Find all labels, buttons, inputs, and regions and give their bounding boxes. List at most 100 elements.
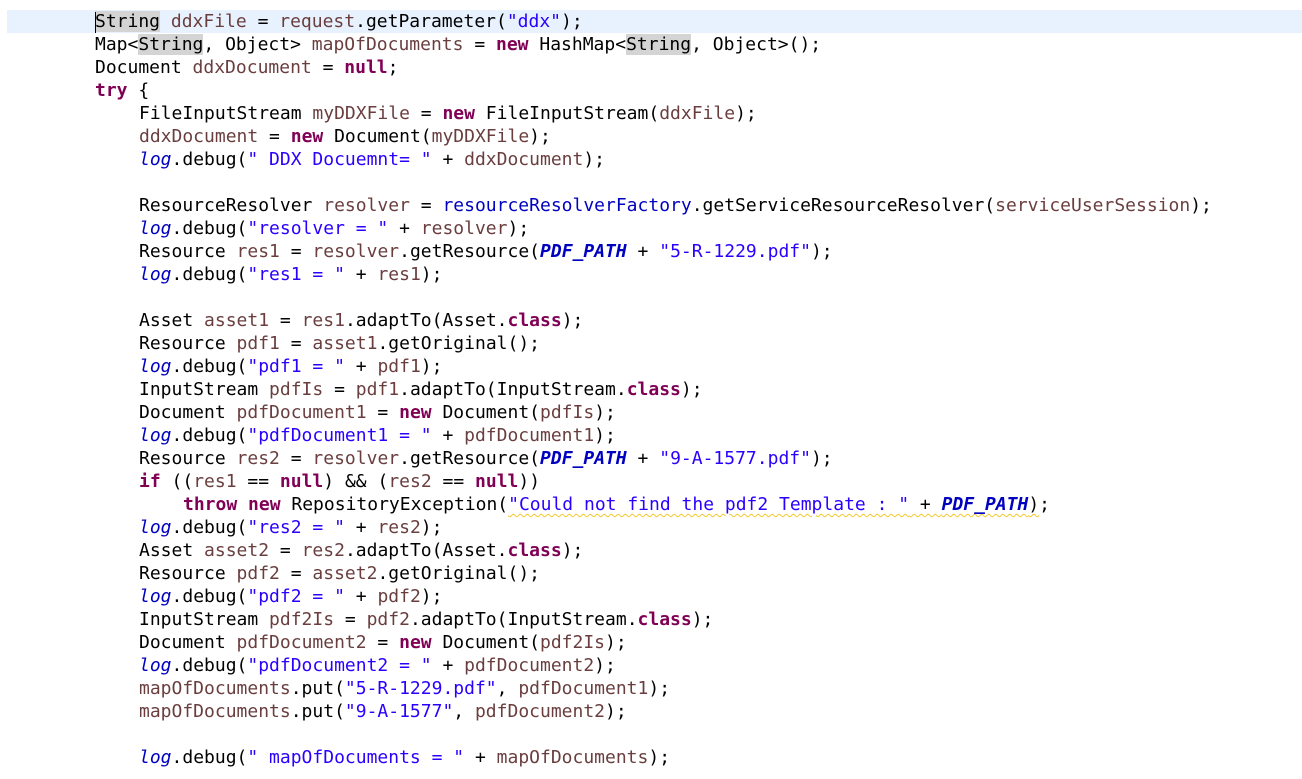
code-token: res2 [377,517,421,538]
code-token: FileInputStream( [474,103,660,124]
code-token: Document [139,402,237,423]
code-token: ); [561,540,584,561]
code-token: ) && ( [323,471,389,492]
code-token: Document [95,57,193,78]
code-line[interactable]: log.debug("res2 = " + res2); [0,516,1302,539]
code-token: "9-A-1577" [344,701,454,722]
code-text: if ((res1 == null) && (res2 == null)) [139,470,540,493]
code-token: pdf2 [377,586,421,607]
code-editor[interactable]: String ddxFile = request.getParameter("d… [0,0,1302,779]
code-token: ; [387,57,399,78]
code-line[interactable]: Document pdfDocument2 = new Document(pdf… [0,631,1302,654]
code-token: PDF_PATH [540,241,627,262]
code-token: mapOfDocuments [496,747,649,768]
code-token: pdfIs [540,402,595,423]
code-line[interactable]: log.debug("resolver = " + resolver); [0,217,1302,240]
code-text: log.debug("resolver = " + resolver); [139,217,529,240]
code-text: log.debug("pdf1 = " + pdf1); [139,355,442,378]
code-token: "pdf1 = " [247,356,345,377]
code-line[interactable] [0,171,1302,194]
code-token: .debug( [171,149,248,170]
code-text: log.debug("pdf2 = " + pdf2); [139,585,442,608]
code-line[interactable]: log.debug("pdf2 = " + pdf2); [0,585,1302,608]
code-token: = [269,540,302,561]
code-token: asset2 [204,540,270,561]
code-line-current[interactable]: String ddxFile = request.getParameter("d… [7,10,1302,33]
code-text: Asset asset1 = res1.adaptTo(Asset.class)… [139,309,583,332]
code-token: pdf2Is [269,609,335,630]
code-token: " mapOfDocuments = " [247,747,465,768]
code-token: asset1 [312,333,378,354]
code-line[interactable]: if ((res1 == null) && (res2 == null)) [0,470,1302,493]
code-line[interactable]: try { [0,79,1302,102]
code-token: pdf1 [355,379,400,400]
code-token: log [139,425,172,446]
code-line[interactable]: log.debug("res1 = " + res1); [0,263,1302,286]
code-token: Document( [431,632,540,653]
code-line[interactable]: log.debug("pdf1 = " + pdf1); [0,355,1302,378]
code-token: request [279,11,356,32]
code-token: ); [648,747,671,768]
code-text: Document ddxDocument = null; [95,56,398,79]
code-line[interactable]: Resource res1 = resolver.getResource(PDF… [0,240,1302,263]
code-token: + [464,747,497,768]
code-token: + [344,517,378,538]
code-token: pdf2 [366,609,410,630]
code-line[interactable]: throw new RepositoryException("Could not… [0,493,1302,516]
code-token: log [139,655,172,676]
code-line[interactable] [0,286,1302,309]
code-token: log [139,586,172,607]
code-token: String [95,11,161,32]
code-token: = [279,563,313,584]
code-text: ResourceResolver resolver = resourceReso… [139,194,1212,217]
code-token: "resolver = " [247,218,389,239]
code-token: pdfIs [269,379,324,400]
code-token: pdf2Is [540,632,606,653]
code-token: log [139,356,172,377]
code-token: Map< [95,34,139,55]
code-line[interactable]: Document ddxDocument = null; [0,56,1302,79]
text-caret [95,12,96,33]
code-line[interactable]: ddxDocument = new Document(myDDXFile); [0,125,1302,148]
code-line[interactable]: mapOfDocuments.put("9-A-1577", pdfDocume… [0,700,1302,723]
code-line[interactable]: Resource res2 = resolver.getResource(PDF… [0,447,1302,470]
code-line[interactable]: Asset asset2 = res2.adaptTo(Asset.class)… [0,539,1302,562]
code-line[interactable]: Resource pdf2 = asset2.getOriginal(); [0,562,1302,585]
code-token: + [344,586,378,607]
code-line[interactable]: Resource pdf1 = asset1.getOriginal(); [0,332,1302,355]
code-line[interactable]: Asset asset1 = res1.adaptTo(Asset.class)… [0,309,1302,332]
code-token: .getParameter( [355,11,507,32]
code-line[interactable]: log.debug("pdfDocument1 = " + pdfDocumen… [0,424,1302,447]
code-token: log [139,264,172,285]
code-line[interactable] [0,723,1302,746]
code-text: Resource pdf1 = asset1.getOriginal(); [139,332,540,355]
code-token: ResourceResolver [139,195,324,216]
code-token: Document( [431,402,540,423]
code-text: log.debug("pdfDocument1 = " + pdfDocumen… [139,424,616,447]
code-token: ); [605,701,627,722]
code-line[interactable]: log.debug("pdfDocument2 = " + pdfDocumen… [0,654,1302,677]
code-token: mapOfDocuments [139,701,291,722]
code-line[interactable]: log.debug(" mapOfDocuments = " + mapOfDo… [0,746,1302,769]
code-line[interactable]: log.debug(" DDX Docuemnt= " + ddxDocumen… [0,148,1302,171]
code-line[interactable]: mapOfDocuments.put("5-R-1229.pdf", pdfDo… [0,677,1302,700]
code-token: .debug( [171,517,248,538]
code-line[interactable]: Map<String, Object> mapOfDocuments = new… [0,33,1302,56]
code-token: = [246,11,280,32]
code-token: resolver [420,218,508,239]
code-line[interactable]: InputStream pdf2Is = pdf2.adaptTo(InputS… [0,608,1302,631]
code-line[interactable]: ResourceResolver resolver = resourceReso… [0,194,1302,217]
code-token: == [236,471,280,492]
code-token: "Could not find the pdf2 Template : " [508,494,910,515]
code-line[interactable]: Document pdfDocument1 = new Document(pdf… [0,401,1302,424]
code-token: ddxFile [659,103,736,124]
code-token: = [409,103,443,124]
code-token: RepositoryException( [280,494,509,515]
code-text: log.debug("pdfDocument2 = " + pdfDocumen… [139,654,616,677]
code-text: InputStream pdf2Is = pdf2.adaptTo(InputS… [139,608,713,631]
code-token: = [279,448,313,469]
code-token: .adaptTo(InputStream. [409,609,638,630]
code-line[interactable]: InputStream pdfIs = pdf1.adaptTo(InputSt… [0,378,1302,401]
code-token: new [399,402,432,423]
code-line[interactable]: FileInputStream myDDXFile = new FileInpu… [0,102,1302,125]
